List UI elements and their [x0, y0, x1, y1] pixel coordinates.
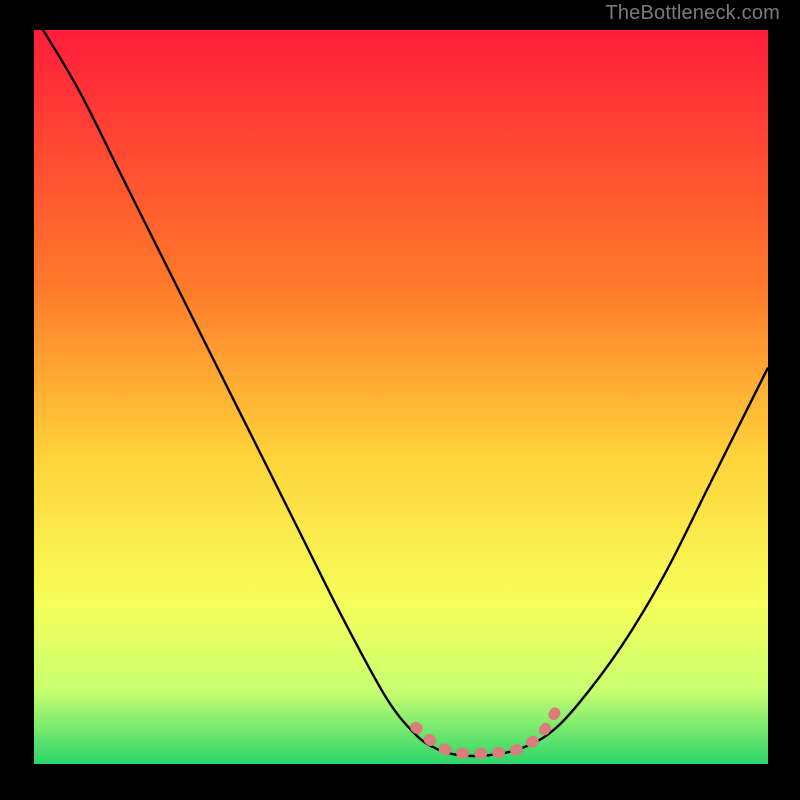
watermark-text: TheBottleneck.com	[605, 2, 780, 25]
chart-stage: TheBottleneck.com	[0, 0, 800, 800]
plot-area	[34, 30, 768, 764]
chart-svg	[34, 30, 768, 764]
gradient-background	[34, 30, 768, 764]
